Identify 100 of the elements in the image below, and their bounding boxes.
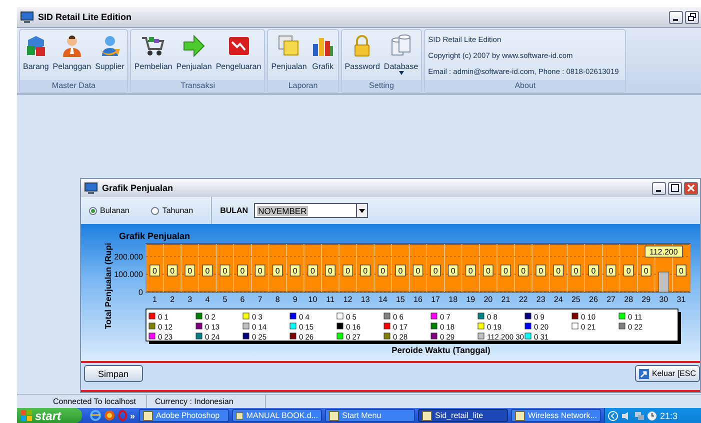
axis-title: Peroide Waktu (Tanggal) (392, 345, 490, 355)
axis-tick-label: 4 (205, 295, 210, 304)
taskbar-button[interactable]: MANUAL BOOK.d... (232, 409, 322, 422)
axis-tick-label: 29 (642, 295, 651, 304)
windows-logo-icon (21, 410, 32, 421)
data-label: 0 (416, 266, 421, 276)
ribbon-button[interactable]: Pengeluaran (214, 30, 262, 80)
exit-button[interactable]: Keluar [ESC (634, 365, 700, 382)
taskbar-button[interactable]: Adobe Photoshop (139, 409, 230, 422)
data-label: 0 (641, 264, 652, 276)
data-label: 0 (220, 264, 230, 276)
ribbon-button[interactable]: Barang (22, 30, 50, 80)
data-label: 0 (398, 266, 404, 276)
data-label: 0 (240, 266, 246, 276)
group-caption: Transaksi (131, 80, 264, 92)
axis-tick-label: 12 (343, 295, 352, 304)
minimize-button[interactable] (669, 10, 683, 24)
window-icon (236, 410, 244, 420)
axis-tick-label: 5 (222, 295, 228, 304)
ribbon-button[interactable]: Supplier (94, 30, 126, 80)
data-label: 0 (556, 266, 562, 276)
ribbon-button[interactable]: Grafik (310, 30, 336, 80)
ribbon-button[interactable]: Password (344, 30, 381, 80)
axis-tick-label: 15 (396, 295, 405, 304)
data-label: 0 (521, 266, 526, 276)
field-label: BULAN (220, 206, 248, 215)
data-label: 0 (170, 266, 176, 276)
axis-tick-label: 28 (624, 295, 634, 304)
axis-tick-label: 16 (414, 295, 422, 304)
data-label: 0 (676, 264, 686, 276)
ribbon-button[interactable]: Pelanggan (52, 30, 92, 80)
axis-tick-label: 3 (188, 295, 192, 304)
axis-tick-label: 7 (258, 295, 262, 304)
data-label: 0 (450, 266, 456, 276)
minimize-button[interactable] (652, 182, 666, 194)
ribbon-button[interactable]: Pembelian (133, 30, 174, 80)
monitor-icon (84, 182, 98, 194)
maximize-button[interactable] (668, 182, 682, 194)
taskbar-button[interactable]: Start Menu (325, 409, 416, 422)
data-label: 0 (184, 264, 195, 276)
group-caption: Laporan (268, 80, 338, 92)
data-label: 0 (483, 264, 494, 276)
group-caption: Setting (342, 80, 422, 92)
data-label: 0 (644, 266, 649, 276)
month-dropdown[interactable]: NOVEMBER (254, 203, 368, 218)
save-button[interactable]: Simpan (84, 365, 143, 382)
data-label: 0 (466, 264, 476, 276)
axis-tick-label: 27 (606, 295, 616, 304)
axis-tick-label: 18 (448, 295, 458, 304)
data-label: 0 (150, 264, 160, 276)
taskbar-button[interactable]: Sid_retail_lite (418, 409, 508, 422)
data-label: 0 (325, 264, 336, 276)
data-label: 0 (553, 264, 564, 276)
axis-tick-label: 23 (536, 295, 546, 304)
clock-text: 21:3 (660, 410, 678, 420)
data-label: 0 (433, 266, 438, 276)
chart-title: Grafik Penjualan (119, 231, 190, 241)
axis-tick-label: 10 (308, 295, 318, 304)
data-label: 0 (167, 264, 178, 276)
data-label: 0 (486, 266, 491, 276)
data-label: 0 (254, 264, 266, 276)
data-label: 112.200 (644, 246, 683, 258)
window-icon (143, 410, 154, 420)
more-button[interactable]: » (130, 410, 136, 420)
data-label: 0 (237, 264, 248, 276)
axis-tick-label: 100.000 (114, 270, 143, 280)
data-label: 0 (342, 264, 353, 276)
data-label: 0 (222, 266, 228, 276)
restore-button[interactable] (685, 10, 699, 24)
ribbon-button[interactable]: Penjualan (270, 30, 308, 80)
data-label: 0 (574, 266, 579, 276)
radio-button[interactable]: Tahunan (151, 206, 194, 215)
data-label: 0 (504, 266, 509, 276)
arrow-icon (182, 34, 206, 58)
data-label: 112.200 (650, 248, 678, 257)
data-label: 0 (275, 266, 280, 276)
axis-tick-label: 0 (138, 288, 143, 297)
data-label: 0 (591, 266, 596, 276)
data-label: 0 (290, 264, 300, 276)
data-label: 0 (430, 264, 441, 276)
data-label: 0 (448, 264, 458, 276)
data-label: 0 (679, 266, 684, 276)
taskbar-button[interactable]: Wireless Network... (511, 409, 602, 422)
clock-icon (647, 410, 658, 420)
close-button[interactable] (684, 182, 698, 194)
ribbon-button[interactable]: Penjualan (175, 30, 213, 80)
data-label: 0 (272, 264, 283, 276)
radio-button[interactable]: Bulanan (89, 206, 130, 215)
data-label: 0 (570, 264, 582, 276)
window-icon (329, 410, 340, 420)
bar (658, 272, 669, 292)
data-label: 0 (188, 266, 193, 276)
axis-tick-label: 24 (554, 295, 563, 304)
data-label: 0 (626, 266, 632, 276)
group-caption: Master Data (20, 80, 128, 92)
axis-tick-label: 31 (676, 295, 686, 304)
data-label: 0 (606, 264, 616, 276)
data-label: 0 (363, 266, 368, 276)
axis-tick-label: 1 (152, 295, 157, 304)
ribbon-button[interactable]: Database (382, 30, 420, 80)
